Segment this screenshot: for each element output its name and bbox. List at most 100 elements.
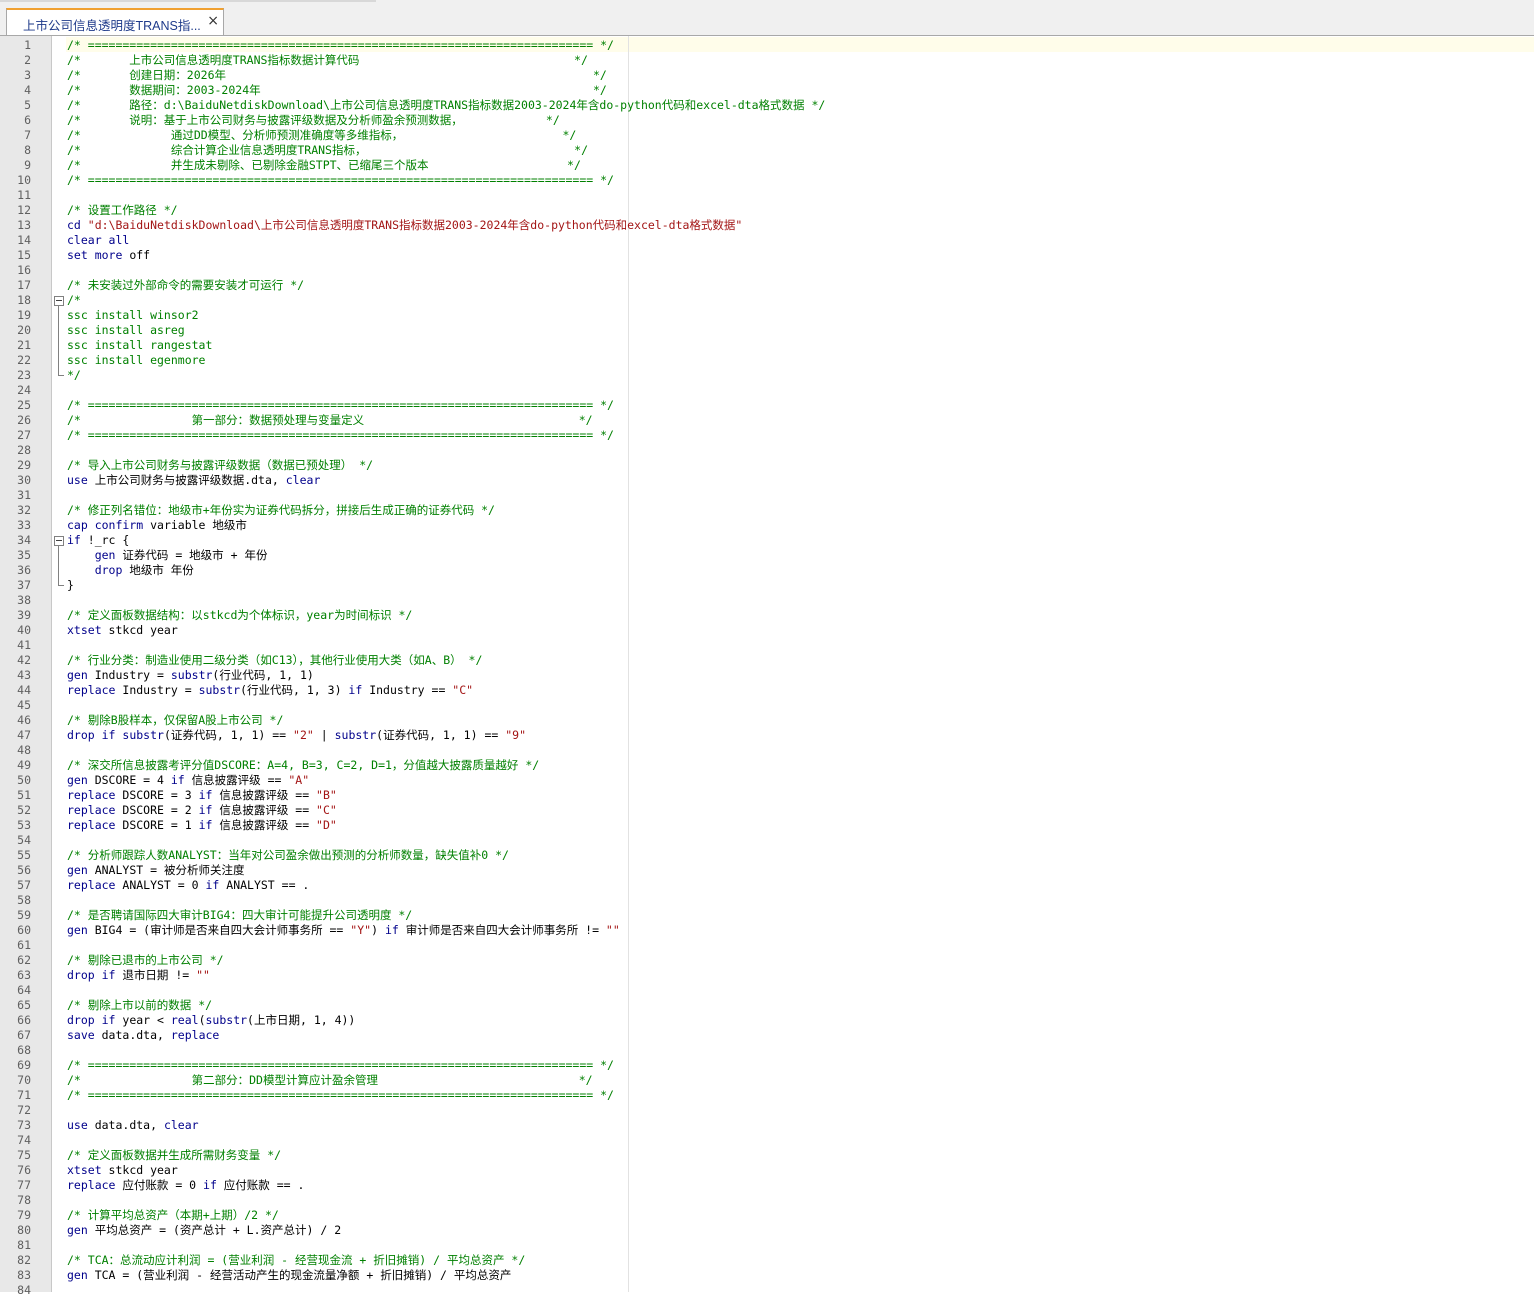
code-line[interactable]: 2 /* 上市公司信息透明度TRANS指标数据计算代码 */	[0, 53, 1534, 68]
tab-document[interactable]: 上市公司信息透明度TRANS指... ×	[6, 8, 224, 35]
code-line[interactable]: 83 gen TCA = (营业利润 - 经营活动产生的现金流量净额 + 折旧摊销…	[0, 1268, 1534, 1283]
code-line[interactable]: 38	[0, 593, 1534, 608]
code-line[interactable]: 13 cd "d:\BaiduNetdiskDownload\上市公司信息透明度T…	[0, 218, 1534, 233]
code-line[interactable]: 73 use data.dta, clear	[0, 1118, 1534, 1133]
code-text: /* 行业分类：制造业使用二级分类（如C13），其他行业使用大类（如A、B） *…	[67, 653, 482, 668]
code-line[interactable]: 69 /* ===================================…	[0, 1058, 1534, 1073]
code-text: ssc install winsor2	[67, 308, 199, 323]
code-line[interactable]: 64	[0, 983, 1534, 998]
code-line[interactable]: 27 /* ===================================…	[0, 428, 1534, 443]
code-line[interactable]: 11	[0, 188, 1534, 203]
code-line[interactable]: 7 /* 通过DD模型、分析师预测准确度等多维指标， */	[0, 128, 1534, 143]
code-line[interactable]: 36 drop 地级市 年份	[0, 563, 1534, 578]
code-line[interactable]: 56 gen ANALYST = 被分析师关注度	[0, 863, 1534, 878]
code-line[interactable]: 63 drop if 退市日期 != ""	[0, 968, 1534, 983]
code-line[interactable]: 61	[0, 938, 1534, 953]
code-line[interactable]: 66 drop if year < real(substr(上市日期, 1, 4)…	[0, 1013, 1534, 1028]
code-line[interactable]: 32 /* 修正列名错位：地级市+年份实为证券代码拆分，拼接后生成正确的证券代码 …	[0, 503, 1534, 518]
code-line[interactable]: 43 gen Industry = substr(行业代码, 1, 1)	[0, 668, 1534, 683]
code-line[interactable]: 65 /* 剔除上市以前的数据 */	[0, 998, 1534, 1013]
code-line[interactable]: 40 xtset stkcd year	[0, 623, 1534, 638]
code-text: /* 导入上市公司财务与披露评级数据（数据已预处理） */	[67, 458, 373, 473]
code-line[interactable]: 28	[0, 443, 1534, 458]
fold-collapse-icon[interactable]	[54, 536, 64, 546]
code-line[interactable]: 53 replace DSCORE = 1 if 信息披露评级 == "D"	[0, 818, 1534, 833]
code-line[interactable]: 42 /* 行业分类：制造业使用二级分类（如C13），其他行业使用大类（如A、B）…	[0, 653, 1534, 668]
code-line[interactable]: 33 cap confirm variable 地级市	[0, 518, 1534, 533]
code-line[interactable]: 45	[0, 698, 1534, 713]
code-line[interactable]: 75 /* 定义面板数据并生成所需财务变量 */	[0, 1148, 1534, 1163]
code-line[interactable]: 72	[0, 1103, 1534, 1118]
code-line[interactable]: 3 /* 创建日期：2026年 */	[0, 68, 1534, 83]
code-line[interactable]: 44 replace Industry = substr(行业代码, 1, 3) …	[0, 683, 1534, 698]
code-line[interactable]: 29 /* 导入上市公司财务与披露评级数据（数据已预处理） */	[0, 458, 1534, 473]
code-line[interactable]: 17 /* 未安装过外部命令的需要安装才可运行 */	[0, 278, 1534, 293]
fold-collapse-icon[interactable]	[54, 296, 64, 306]
code-line[interactable]: 82 /* TCA：总流动应计利润 = (营业利润 - 经营现金流 + 折旧摊销)…	[0, 1253, 1534, 1268]
line-number: 15	[17, 248, 31, 262]
code-line[interactable]: 54	[0, 833, 1534, 848]
code-line[interactable]: 84	[0, 1283, 1534, 1298]
text-token: stkcd year	[108, 623, 178, 637]
code-line[interactable]: 1 /* ====================================…	[0, 38, 1534, 53]
code-line[interactable]: 12 /* 设置工作路径 */	[0, 203, 1534, 218]
keyword-token: cd	[67, 218, 88, 232]
code-line[interactable]: 35 gen 证券代码 = 地级市 + 年份	[0, 548, 1534, 563]
code-line[interactable]: 76 xtset stkcd year	[0, 1163, 1534, 1178]
code-line[interactable]: 71 /* ===================================…	[0, 1088, 1534, 1103]
code-line[interactable]: 31	[0, 488, 1534, 503]
code-line[interactable]: 5 /* 路径：d:\BaiduNetdiskDownload\上市公司信息透明度…	[0, 98, 1534, 113]
code-line[interactable]: 70 /* 第二部分：DD模型计算应计盈余管理 */	[0, 1073, 1534, 1088]
code-line[interactable]: 55 /* 分析师跟踪人数ANALYST：当年对公司盈余做出预测的分析师数量，缺失…	[0, 848, 1534, 863]
code-line[interactable]: 34 if !_rc {	[0, 533, 1534, 548]
code-editor[interactable]: 1 /* ====================================…	[0, 36, 1534, 1297]
comment-token: */	[67, 368, 81, 382]
code-line[interactable]: 59 /* 是否聘请国际四大审计BIG4：四大审计可能提升公司透明度 */	[0, 908, 1534, 923]
code-line[interactable]: 81	[0, 1238, 1534, 1253]
line-number: 69	[17, 1058, 31, 1072]
code-line[interactable]: 30 use 上市公司财务与披露评级数据.dta, clear	[0, 473, 1534, 488]
code-line[interactable]: 68	[0, 1043, 1534, 1058]
code-line[interactable]: 26 /* 第一部分：数据预处理与变量定义 */	[0, 413, 1534, 428]
code-line[interactable]: 51 replace DSCORE = 3 if 信息披露评级 == "B"	[0, 788, 1534, 803]
code-line[interactable]: 48	[0, 743, 1534, 758]
code-line[interactable]: 74	[0, 1133, 1534, 1148]
code-line[interactable]: 52 replace DSCORE = 2 if 信息披露评级 == "C"	[0, 803, 1534, 818]
code-line[interactable]: 21 ssc install rangestat	[0, 338, 1534, 353]
code-line[interactable]: 15 set more off	[0, 248, 1534, 263]
code-line[interactable]: 8 /* 综合计算企业信息透明度TRANS指标， */	[0, 143, 1534, 158]
code-line[interactable]: 20 ssc install asreg	[0, 323, 1534, 338]
code-line[interactable]: 67 save data.dta, replace	[0, 1028, 1534, 1043]
comment-token: /* 通过DD模型、分析师预测准确度等多维指标， */	[67, 128, 577, 142]
code-line[interactable]: 62 /* 剔除已退市的上市公司 */	[0, 953, 1534, 968]
line-number: 44	[17, 683, 31, 697]
code-line[interactable]: 10 /* ===================================…	[0, 173, 1534, 188]
code-line[interactable]: 37}	[0, 578, 1534, 593]
code-line[interactable]: 46 /* 剔除B股样本，仅保留A股上市公司 */	[0, 713, 1534, 728]
code-line[interactable]: 58	[0, 893, 1534, 908]
code-line[interactable]: 9 /* 并生成未剔除、已剔除金融STPT、已缩尾三个版本 */	[0, 158, 1534, 173]
code-line[interactable]: 80 gen 平均总资产 = (资产总计 + L.资产总计) / 2	[0, 1223, 1534, 1238]
code-line[interactable]: 22 ssc install egenmore	[0, 353, 1534, 368]
code-line[interactable]: 4 /* 数据期间：2003-2024年 */	[0, 83, 1534, 98]
string-token: "9"	[505, 728, 527, 742]
code-line[interactable]: 23 */	[0, 368, 1534, 383]
code-line[interactable]: 47 drop if substr(证券代码, 1, 1) == "2" | su…	[0, 728, 1534, 743]
code-line[interactable]: 60 gen BIG4 = (审计师是否来自四大会计师事务所 == "Y") if…	[0, 923, 1534, 938]
code-line[interactable]: 49 /* 深交所信息披露考评分值DSCORE：A=4, B=3, C=2, D=…	[0, 758, 1534, 773]
code-line[interactable]: 41	[0, 638, 1534, 653]
code-line[interactable]: 16	[0, 263, 1534, 278]
close-icon[interactable]: ×	[207, 13, 219, 29]
code-line[interactable]: 24	[0, 383, 1534, 398]
code-line[interactable]: 57 replace ANALYST = 0 if ANALYST == .	[0, 878, 1534, 893]
code-line[interactable]: 79 /* 计算平均总资产（本期+上期）/2 */	[0, 1208, 1534, 1223]
code-line[interactable]: 39 /* 定义面板数据结构：以stkcd为个体标识，year为时间标识 */	[0, 608, 1534, 623]
code-line[interactable]: 18 /*	[0, 293, 1534, 308]
code-line[interactable]: 14 clear all	[0, 233, 1534, 248]
code-line[interactable]: 78	[0, 1193, 1534, 1208]
code-line[interactable]: 77 replace 应付账款 = 0 if 应付账款 == .	[0, 1178, 1534, 1193]
code-line[interactable]: 50 gen DSCORE = 4 if 信息披露评级 == "A"	[0, 773, 1534, 788]
code-line[interactable]: 6 /* 说明：基于上市公司财务与披露评级数据及分析师盈余预测数据， */	[0, 113, 1534, 128]
code-line[interactable]: 19 ssc install winsor2	[0, 308, 1534, 323]
code-line[interactable]: 25 /* ===================================…	[0, 398, 1534, 413]
